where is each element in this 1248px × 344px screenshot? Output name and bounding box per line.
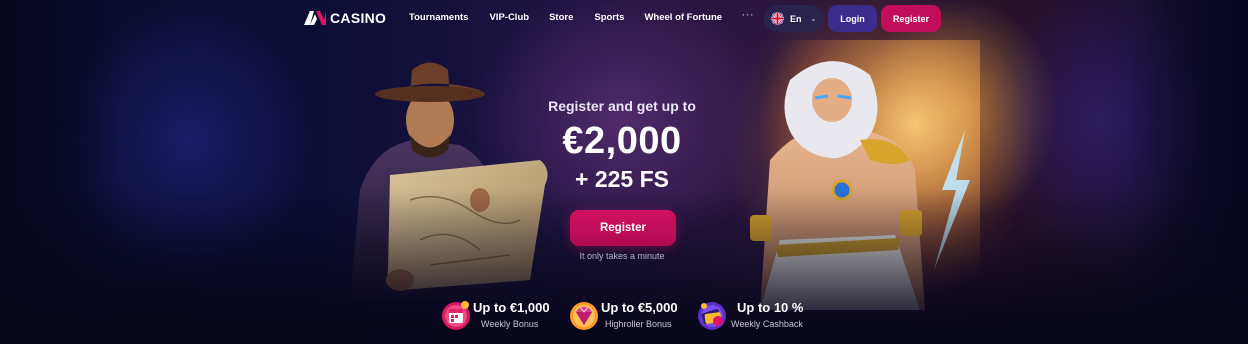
nav-tournaments[interactable]: Tournaments bbox=[409, 12, 468, 23]
bonus-highroller[interactable]: Up to €5,000 Highroller Bonus bbox=[568, 297, 688, 333]
promo-subtitle: Register and get up to bbox=[548, 98, 696, 114]
nav-wheel-of-fortune[interactable]: Wheel of Fortune bbox=[644, 12, 722, 23]
login-button[interactable]: Login bbox=[828, 5, 877, 32]
cashback-icon bbox=[698, 302, 726, 330]
bonus-title: Up to €5,000 bbox=[601, 300, 678, 315]
nav-more-button[interactable]: ··· bbox=[742, 10, 755, 23]
uk-flag-icon bbox=[771, 12, 784, 25]
chevron-down-icon: ⌄ bbox=[810, 15, 817, 23]
av-logo-icon bbox=[304, 11, 326, 25]
language-code: En bbox=[790, 13, 802, 24]
bonus-label: Highroller Bonus bbox=[605, 319, 672, 329]
promo-amount: €2,000 bbox=[562, 120, 682, 162]
header-register-button[interactable]: Register bbox=[881, 5, 941, 32]
language-selector[interactable]: En ⌄ bbox=[764, 5, 823, 32]
bonus-weekly[interactable]: Up to €1,000 Weekly Bonus bbox=[440, 297, 560, 333]
brand-logo[interactable]: CASINO bbox=[304, 10, 386, 26]
brand-name: CASINO bbox=[330, 10, 387, 26]
promo-note: It only takes a minute bbox=[579, 251, 665, 261]
calendar-icon bbox=[442, 301, 470, 330]
top-header: CASINO Tournaments VIP-Club Store Sports… bbox=[0, 0, 1248, 36]
nav-store[interactable]: Store bbox=[549, 12, 573, 23]
main-nav: Tournaments VIP-Club Store Sports Wheel … bbox=[409, 10, 755, 23]
bonus-label: Weekly Cashback bbox=[731, 319, 803, 329]
promo-free-spins: + 225 FS bbox=[575, 166, 669, 192]
bonus-title: Up to €1,000 bbox=[473, 300, 550, 315]
bonus-cashback[interactable]: Up to 10 % Weekly Cashback bbox=[696, 297, 816, 333]
nav-vip-club[interactable]: VIP-Club bbox=[489, 12, 529, 23]
promo-register-button[interactable]: Register bbox=[570, 210, 676, 246]
nav-sports[interactable]: Sports bbox=[594, 12, 624, 23]
bonus-label: Weekly Bonus bbox=[481, 319, 539, 329]
bonus-title: Up to 10 % bbox=[737, 300, 804, 315]
diamond-icon bbox=[570, 302, 598, 330]
